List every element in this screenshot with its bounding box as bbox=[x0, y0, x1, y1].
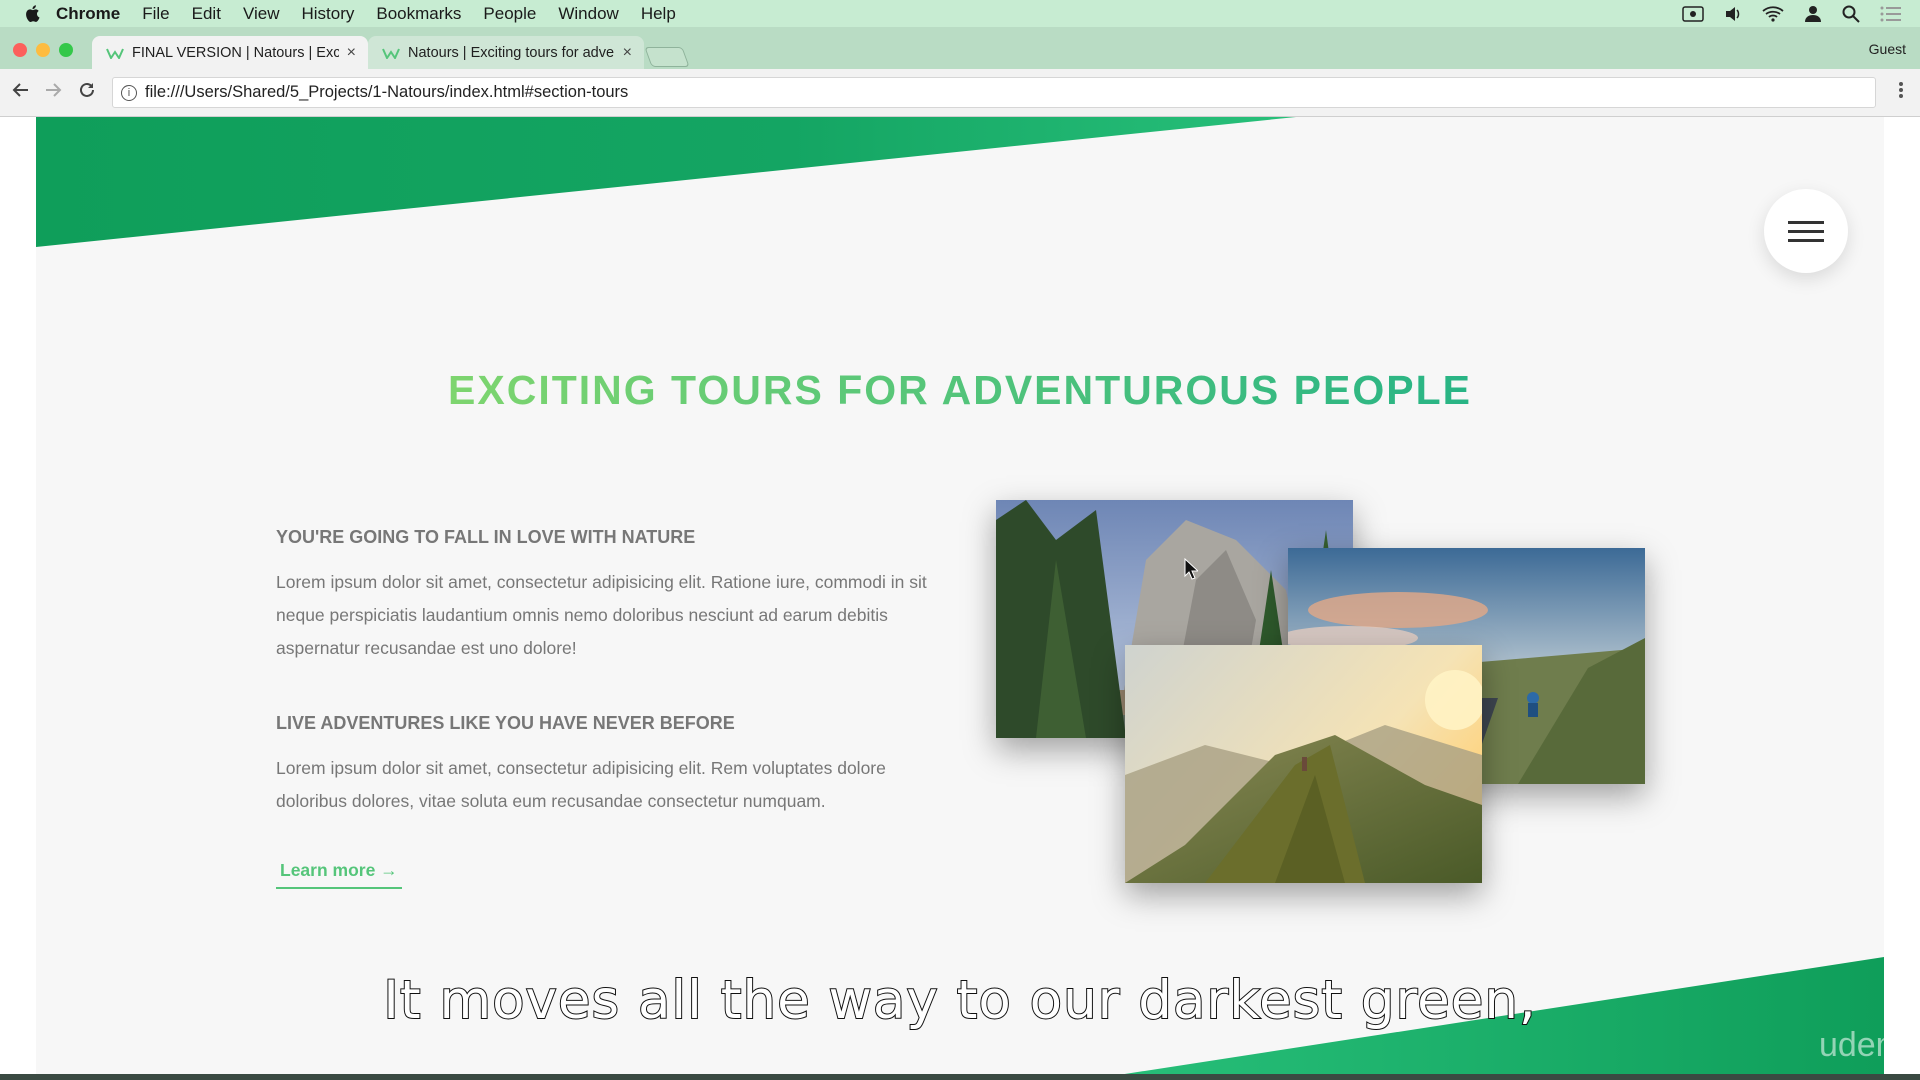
menu-bookmarks[interactable]: Bookmarks bbox=[376, 4, 461, 24]
new-tab-button[interactable] bbox=[644, 47, 690, 67]
spotlight-search-icon[interactable] bbox=[1842, 5, 1860, 23]
top-green-band bbox=[36, 117, 1296, 247]
macos-menubar: Chrome File Edit View History Bookmarks … bbox=[0, 0, 1920, 27]
menu-history[interactable]: History bbox=[301, 4, 354, 24]
block2-text: Lorem ipsum dolor sit amet, consectetur … bbox=[276, 758, 886, 811]
section-heading: EXCITING TOURS FOR ADVENTUROUS PEOPLE bbox=[448, 367, 1472, 413]
address-url: file:///Users/Shared/5_Projects/1-Natour… bbox=[145, 83, 629, 101]
close-window-button[interactable] bbox=[13, 43, 27, 57]
reload-icon[interactable] bbox=[78, 81, 96, 105]
menu-edit[interactable]: Edit bbox=[192, 4, 221, 24]
natours-favicon-icon bbox=[382, 47, 400, 60]
tour-photo-sunset-ridge[interactable] bbox=[1125, 645, 1482, 883]
block1-title: YOU'RE GOING TO FALL IN LOVE WITH NATURE bbox=[276, 527, 696, 547]
tab-title: FINAL VERSION | Natours | Exciting tours… bbox=[132, 44, 339, 61]
chrome-menu-icon[interactable] bbox=[1898, 81, 1904, 105]
screen-record-icon[interactable] bbox=[1682, 5, 1704, 22]
site-info-icon[interactable]: i bbox=[121, 84, 137, 101]
menu-window[interactable]: Window bbox=[558, 4, 618, 24]
profile-guest[interactable]: Guest bbox=[1869, 41, 1906, 57]
learn-more-link[interactable]: Learn more → bbox=[276, 860, 402, 889]
back-arrow-icon[interactable] bbox=[12, 81, 30, 105]
volume-icon[interactable] bbox=[1724, 6, 1742, 22]
navigation-menu-button[interactable] bbox=[1764, 189, 1848, 273]
tours-section: EXCITING TOURS FOR ADVENTUROUS PEOPLE YO… bbox=[36, 117, 1884, 1080]
wifi-icon[interactable] bbox=[1762, 5, 1784, 22]
hamburger-icon bbox=[1788, 215, 1824, 248]
tab-close-icon[interactable]: × bbox=[347, 44, 356, 62]
browser-toolbar: i file:///Users/Shared/5_Projects/1-Nato… bbox=[0, 69, 1920, 117]
tab-title: Natours | Exciting tours for adventurous… bbox=[408, 44, 615, 61]
user-icon[interactable] bbox=[1804, 5, 1822, 23]
menu-help[interactable]: Help bbox=[641, 4, 676, 24]
menu-chrome[interactable]: Chrome bbox=[56, 4, 120, 24]
video-caption: It moves all the way to our darkest gree… bbox=[382, 969, 1537, 1032]
apple-icon[interactable] bbox=[22, 4, 42, 24]
udemy-watermark: udem bbox=[1818, 1026, 1904, 1064]
tab-natours[interactable]: Natours | Exciting tours for adventurous… bbox=[368, 36, 644, 69]
tab-close-icon[interactable]: × bbox=[623, 44, 632, 62]
natours-favicon-icon bbox=[106, 47, 124, 60]
address-bar[interactable]: i file:///Users/Shared/5_Projects/1-Nato… bbox=[112, 77, 1876, 108]
bottom-edge bbox=[0, 1074, 1920, 1080]
menu-people[interactable]: People bbox=[483, 4, 536, 24]
menu-view[interactable]: View bbox=[243, 4, 280, 24]
block1-text: Lorem ipsum dolor sit amet, consectetur … bbox=[276, 572, 927, 658]
notification-center-icon[interactable] bbox=[1880, 6, 1902, 22]
window-controls bbox=[13, 43, 73, 57]
tab-final-version[interactable]: FINAL VERSION | Natours | Exciting tours… bbox=[92, 36, 368, 69]
menu-file[interactable]: File bbox=[142, 4, 169, 24]
forward-arrow-icon[interactable] bbox=[44, 81, 62, 105]
tab-strip: FINAL VERSION | Natours | Exciting tours… bbox=[0, 27, 1920, 69]
mouse-cursor-icon bbox=[1184, 558, 1198, 580]
tours-text-column: YOU'RE GOING TO FALL IN LOVE WITH NATURE… bbox=[276, 527, 936, 889]
block2-title: LIVE ADVENTURES LIKE YOU HAVE NEVER BEFO… bbox=[276, 713, 735, 733]
zoom-window-button[interactable] bbox=[59, 43, 73, 57]
web-viewport: EXCITING TOURS FOR ADVENTUROUS PEOPLE YO… bbox=[0, 117, 1920, 1080]
minimize-window-button[interactable] bbox=[36, 43, 50, 57]
right-gutter bbox=[1884, 117, 1920, 1080]
